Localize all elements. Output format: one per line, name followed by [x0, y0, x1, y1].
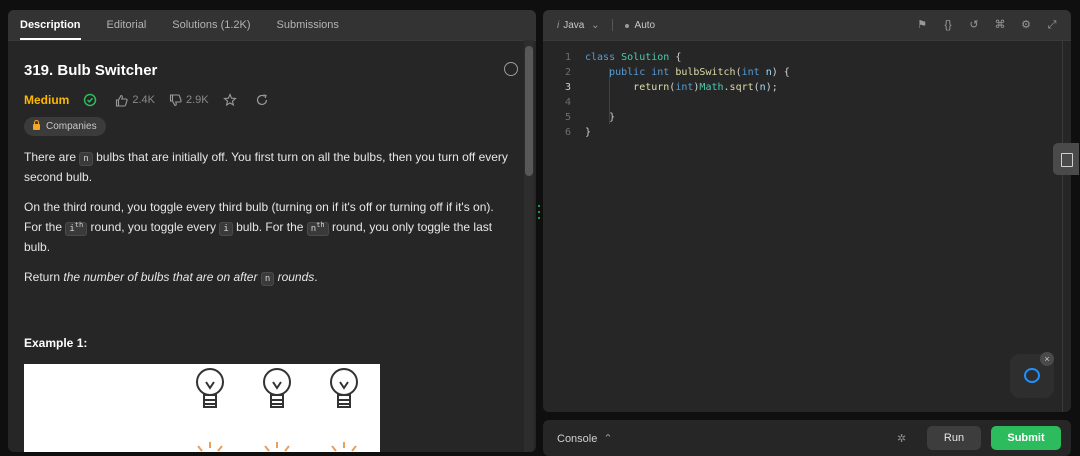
- dislike-count: 2.9K: [185, 94, 209, 106]
- description-panel: Description Editorial Solutions (1.2K) S…: [8, 10, 536, 452]
- indent-guide: [609, 68, 610, 124]
- editor-tools: ⚑ {} ↺ ⌘ ⚙ ⤢: [903, 18, 1059, 32]
- code-line: 5 }: [564, 112, 616, 123]
- tab-bar: Description Editorial Solutions (1.2K) S…: [8, 10, 536, 41]
- notes-button[interactable]: [1053, 143, 1079, 175]
- chevron-down-icon: ⌄: [591, 19, 600, 31]
- console-toggle[interactable]: Console ⌃: [557, 432, 613, 445]
- run-button[interactable]: Run: [927, 426, 981, 450]
- chat-icon: [1024, 368, 1040, 383]
- editor-scrollbar[interactable]: [1062, 40, 1063, 412]
- thumbs-down-icon: [169, 93, 182, 106]
- editor-toolbar: i Java ⌄ Auto ⚑ {} ↺ ⌘ ⚙ ⤢: [543, 10, 1071, 41]
- submit-button[interactable]: Submit: [991, 426, 1061, 450]
- bookmark-icon[interactable]: ⚑: [915, 18, 929, 32]
- description-scrollbar[interactable]: [524, 40, 534, 452]
- autocomplete-mode[interactable]: Auto: [624, 20, 655, 31]
- code-line: 3 return(int)Math.sqrt(n);: [564, 82, 778, 93]
- timer-icon[interactable]: [504, 62, 518, 76]
- inline-code-i-th: ith: [65, 221, 88, 236]
- description-paragraph-1: There are n bulbs that are initially off…: [24, 150, 508, 184]
- description-paragraph-2: On the third round, you toggle every thi…: [24, 200, 494, 254]
- inline-code-n: n: [79, 152, 93, 166]
- bulb-off-icon: [263, 368, 291, 408]
- star-icon[interactable]: [222, 93, 241, 107]
- difficulty-badge: Medium: [24, 93, 70, 107]
- code-line: 6}: [564, 127, 592, 138]
- problem-content: 319. Bulb Switcher Medium 2.4K 2.9K Comp…: [24, 54, 518, 350]
- command-icon[interactable]: ⌘: [993, 18, 1007, 32]
- share-icon[interactable]: [255, 93, 273, 107]
- code-line: 1 class Solution {: [564, 52, 682, 63]
- debug-icon[interactable]: ✲: [897, 432, 906, 445]
- scrollbar-thumb[interactable]: [525, 46, 533, 176]
- inline-code-n-th: nth: [306, 221, 329, 236]
- bulb-on-icon: [197, 442, 357, 452]
- bulb-off-icon: [330, 368, 358, 408]
- tab-description[interactable]: Description: [20, 10, 81, 40]
- reset-icon[interactable]: ↺: [967, 18, 981, 32]
- close-icon[interactable]: ×: [1040, 352, 1054, 366]
- like-count: 2.4K: [132, 94, 155, 106]
- solved-icon: [83, 93, 101, 107]
- console-bar: Console ⌃ ✲ Run Submit: [543, 420, 1071, 456]
- companies-label: Companies: [46, 121, 97, 132]
- description-paragraph-3: Return the number of bulbs that are on a…: [24, 270, 318, 286]
- code-line: 2 public int bulbSwitch(int n) {: [564, 67, 790, 78]
- dot-icon: [624, 23, 629, 28]
- language-selector[interactable]: i Java ⌄: [557, 20, 600, 31]
- problem-meta: Medium 2.4K 2.9K: [24, 93, 514, 107]
- code-line: 4: [564, 97, 571, 108]
- code-editor-panel: i Java ⌄ Auto ⚑ {} ↺ ⌘ ⚙ ⤢ 1 class Solutio…: [543, 10, 1071, 412]
- example-image: [24, 364, 380, 452]
- inline-code-i: i: [219, 222, 233, 236]
- panel-resize-handle[interactable]: [538, 205, 541, 219]
- tab-editorial[interactable]: Editorial: [107, 10, 147, 40]
- document-icon: [1061, 153, 1073, 167]
- companies-tag[interactable]: Companies: [24, 117, 106, 136]
- like-button[interactable]: 2.4K: [115, 94, 155, 107]
- braces-icon[interactable]: {}: [941, 18, 955, 32]
- chevron-up-icon: ⌃: [603, 432, 613, 445]
- problem-title: 319. Bulb Switcher: [24, 62, 158, 79]
- example-title: Example 1:: [24, 336, 88, 350]
- lock-icon: [33, 119, 40, 130]
- bulb-off-icon: [196, 368, 224, 408]
- thumbs-up-icon: [116, 94, 128, 107]
- gear-icon[interactable]: ⚙: [1019, 18, 1033, 32]
- code-area[interactable]: 1 class Solution { 2 public int bulbSwitc…: [543, 50, 790, 140]
- inline-code-n-rounds: n: [260, 272, 275, 286]
- expand-icon[interactable]: ⤢: [1045, 18, 1059, 32]
- tab-submissions[interactable]: Submissions: [277, 10, 339, 40]
- dislike-button[interactable]: 2.9K: [169, 93, 209, 107]
- tab-solutions[interactable]: Solutions (1.2K): [172, 10, 250, 40]
